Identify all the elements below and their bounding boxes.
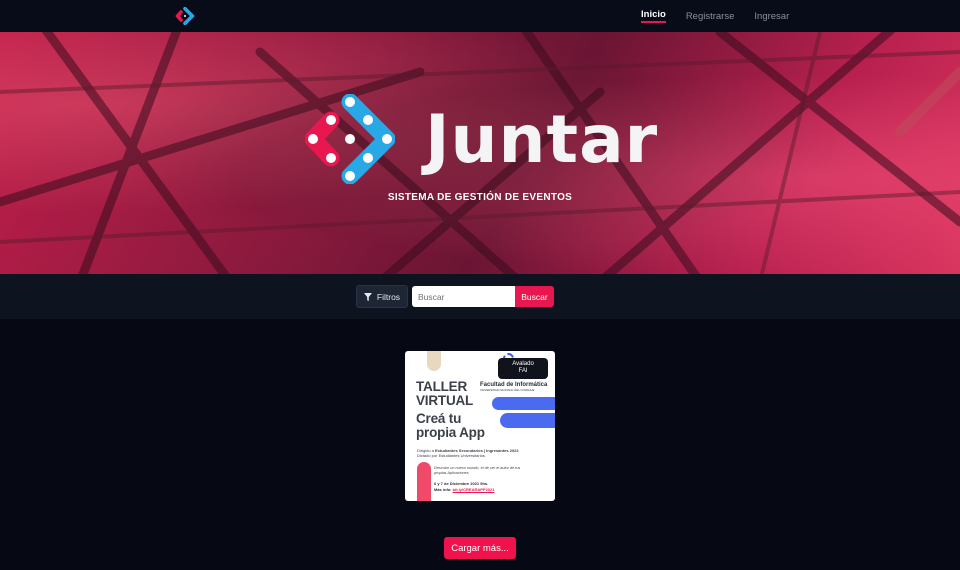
card-headline-line1: Creá tu <box>416 411 462 426</box>
card-title-line2: VIRTUAL <box>416 393 474 408</box>
load-more-button[interactable]: Cargar más... <box>444 537 516 559</box>
card-dictated-by: Dictado por Estudiantes Universitarios. <box>417 453 486 458</box>
card-headline: Creá tu propia App <box>416 412 485 440</box>
card-description-line1: Descubrí un nuevo mundo, el de ser el au… <box>434 466 521 470</box>
filter-button[interactable]: Filtros <box>356 285 408 308</box>
card-audience: Dirigido a Estudiantes Secundarios | Ing… <box>417 448 552 458</box>
search-button[interactable]: Buscar <box>515 286 554 307</box>
nav-link-ingresar[interactable]: Ingresar <box>754 11 789 22</box>
avalado-badge: Avalado FAI <box>498 358 548 379</box>
card-more-info-link[interactable]: bit.ly/CREARAPP2021 <box>453 487 495 492</box>
navbar: Inicio Registrarse Ingresar <box>0 0 960 32</box>
hero-subtitle: SISTEMA DE GESTIÓN DE EVENTOS <box>387 192 573 203</box>
card-faculty-sub: UNIVERSIDAD NACIONAL DEL COMAHUE <box>480 389 535 392</box>
card-dates: 6 y 7 de Diciembre 2021 9hs. <box>434 481 489 486</box>
badge-line1: Avalado <box>512 361 534 367</box>
filter-button-label: Filtros <box>376 291 401 302</box>
card-red-pill <box>417 462 431 501</box>
nav-link-inicio[interactable]: Inicio <box>641 9 666 23</box>
card-title: TALLER VIRTUAL <box>416 380 473 408</box>
hero-logo-icon <box>305 94 395 184</box>
search-bar: Filtros Buscar <box>0 274 960 319</box>
card-faculty: Facultad de Informática <box>480 382 548 388</box>
card-description-line2: propias Aplicaciones <box>434 471 469 475</box>
badge-line2: FAI <box>518 368 528 374</box>
filter-funnel-icon <box>363 292 372 301</box>
card-title-line1: TALLER <box>416 379 468 394</box>
card-headline-line2: propia App <box>416 425 485 440</box>
event-card[interactable]: Avalado FAI Facultad de Informática UNIV… <box>405 351 555 501</box>
juntar-logo-icon[interactable] <box>175 7 195 25</box>
card-description: Descubrí un nuevo mundo, el de ser el au… <box>434 466 549 476</box>
card-date: 6 y 7 de Diciembre 2021 9hs. Más info: b… <box>434 481 494 493</box>
nav-link-registrarse[interactable]: Registrarse <box>686 11 735 22</box>
card-decoration <box>427 351 441 371</box>
hero-title: Juntar <box>425 101 659 178</box>
nav-links: Inicio Registrarse Ingresar <box>641 0 789 32</box>
hero-banner: Juntar SISTEMA DE GESTIÓN DE EVENTOS <box>0 32 960 274</box>
search-input[interactable] <box>412 286 515 307</box>
card-blue-pill <box>492 397 555 410</box>
card-more-info-label: Más info: <box>434 487 453 492</box>
card-blue-pill <box>500 413 555 428</box>
